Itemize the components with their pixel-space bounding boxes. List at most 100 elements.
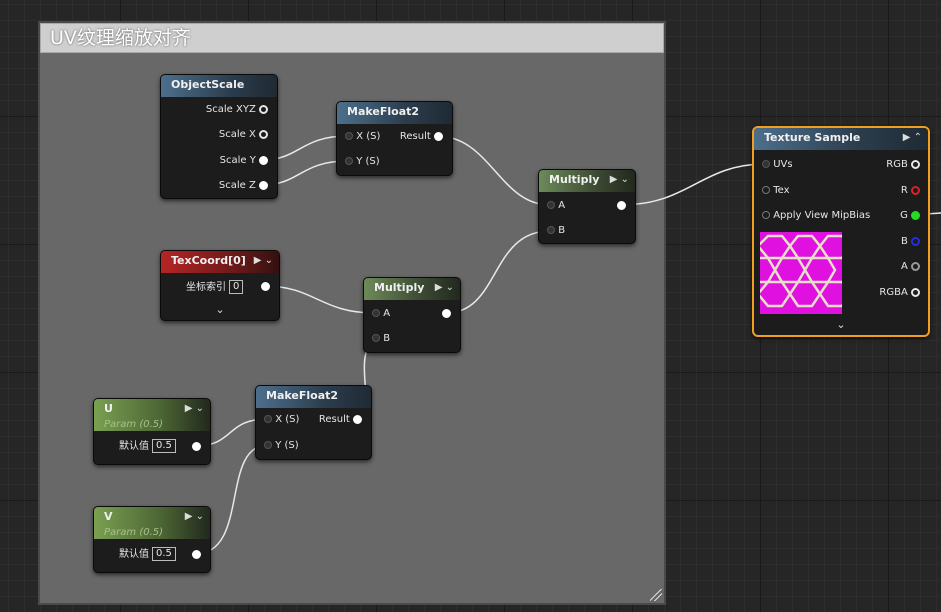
input-pin-row[interactable]: B	[372, 331, 390, 347]
resize-grip[interactable]	[650, 589, 662, 601]
output-pin-row[interactable]: B	[901, 234, 920, 250]
pin-icon[interactable]	[762, 160, 770, 168]
output-pin-row[interactable]: Scale XYZ	[206, 102, 268, 118]
coordinate-index-row: 坐标索引 0	[186, 280, 244, 296]
default-value-input[interactable]: 0.5	[152, 439, 176, 453]
pin-label: B	[383, 333, 391, 344]
input-pin-row[interactable]: UVs	[762, 157, 793, 173]
pin-icon[interactable]	[353, 414, 362, 424]
pin-label: Y (S)	[356, 156, 380, 167]
pin-icon[interactable]	[372, 309, 380, 317]
input-pin-row[interactable]: X (S)	[345, 129, 380, 145]
collapse-icon[interactable]: ⌄	[265, 255, 273, 266]
node-title: Multiply ▶ ⌄	[364, 278, 460, 300]
input-pin-row[interactable]: Y (S)	[345, 154, 380, 170]
texture-sample-node[interactable]: Texture Sample ▶ ⌃ UVs Tex Apply View Mip…	[752, 126, 930, 337]
pin-icon[interactable]	[345, 157, 353, 165]
pin-icon[interactable]	[192, 549, 201, 559]
input-pin-row[interactable]: Tex	[762, 183, 790, 199]
pin-icon[interactable]	[372, 334, 380, 342]
input-pin-row[interactable]: Apply View MipBias	[762, 208, 870, 224]
comment-title[interactable]: UV纹理缩放对齐	[40, 23, 664, 53]
preview-toggle-icon[interactable]: ▶	[254, 255, 262, 266]
pin-icon[interactable]	[264, 441, 272, 449]
default-value-input[interactable]: 0.5	[152, 547, 176, 561]
output-pin-row[interactable]: Result	[400, 129, 443, 145]
preview-toggle-icon[interactable]: ▶	[435, 282, 443, 293]
output-pin-row[interactable]: Scale Z	[219, 178, 268, 194]
collapse-icon[interactable]: ⌃	[914, 132, 922, 143]
output-pin-row[interactable]: RGB	[886, 157, 920, 173]
pin-icon[interactable]	[264, 415, 272, 423]
input-pin-row[interactable]: A	[372, 306, 390, 322]
pin-icon[interactable]	[345, 132, 353, 140]
pin-icon[interactable]	[617, 200, 626, 210]
make-float2-node[interactable]: MakeFloat2 X (S) Y (S) Result	[255, 385, 372, 460]
coordinate-index-input[interactable]: 0	[229, 280, 244, 294]
output-pin-row[interactable]	[442, 306, 451, 322]
output-pin-row[interactable]: G	[900, 208, 920, 224]
collapse-icon[interactable]: ⌄	[446, 282, 454, 293]
pin-label: A	[900, 261, 908, 272]
output-pin-row[interactable]	[192, 547, 201, 563]
preview-toggle-icon[interactable]: ▶	[903, 132, 911, 143]
pin-label: A	[558, 200, 566, 211]
output-pin-row[interactable]: Scale X	[219, 127, 268, 143]
pin-icon[interactable]	[259, 155, 268, 165]
pin-icon[interactable]	[442, 308, 451, 318]
pin-icon[interactable]	[434, 131, 443, 141]
make-float2-node[interactable]: MakeFloat2 X (S) Y (S) Result	[336, 101, 453, 176]
preview-toggle-icon[interactable]: ▶	[610, 174, 618, 185]
pin-icon[interactable]	[259, 180, 268, 190]
pin-label: A	[383, 308, 391, 319]
pin-icon[interactable]	[259, 104, 268, 114]
pin-icon[interactable]	[911, 159, 920, 169]
param-v-node[interactable]: V ▶ ⌄ Param (0.5) 默认值 0.5	[93, 506, 211, 573]
node-title: MakeFloat2	[337, 102, 452, 124]
pin-label: Y (S)	[275, 440, 299, 451]
pin-icon[interactable]	[547, 201, 555, 209]
input-pin-row[interactable]: X (S)	[264, 412, 299, 428]
output-pin-row[interactable]	[192, 439, 201, 455]
expand-icon[interactable]: ⌄	[161, 303, 279, 316]
texcoord-node[interactable]: TexCoord[0] ▶ ⌄ 坐标索引 0 ⌄	[160, 250, 280, 321]
output-pin-row[interactable]: R	[901, 183, 920, 199]
node-title: V ▶ ⌄ Param (0.5)	[94, 507, 210, 539]
output-pin-row[interactable]	[617, 198, 626, 214]
pin-label: Result	[318, 414, 350, 425]
pin-icon[interactable]	[911, 236, 920, 246]
param-u-node[interactable]: U ▶ ⌄ Param (0.5) 默认值 0.5	[93, 398, 211, 465]
object-scale-node[interactable]: ObjectScale Scale XYZ Scale X Scale Y Sc…	[160, 74, 278, 199]
preview-toggle-icon[interactable]: ▶	[185, 403, 193, 414]
pin-icon[interactable]	[911, 287, 920, 297]
collapse-icon[interactable]: ⌄	[621, 174, 629, 185]
multiply-node[interactable]: Multiply ▶ ⌄ A B	[538, 169, 636, 244]
expand-icon[interactable]: ⌄	[754, 318, 928, 331]
input-pin-row[interactable]: B	[547, 223, 565, 239]
input-pin-row[interactable]: A	[547, 198, 565, 214]
collapse-icon[interactable]: ⌄	[196, 511, 204, 522]
pin-icon[interactable]	[911, 210, 920, 220]
pin-icon[interactable]	[261, 281, 270, 291]
pin-icon[interactable]	[762, 186, 770, 194]
preview-toggle-icon[interactable]: ▶	[185, 511, 193, 522]
pin-icon[interactable]	[911, 261, 920, 271]
output-pin-row[interactable]: Scale Y	[220, 153, 268, 169]
output-pin-row[interactable]: Result	[319, 412, 362, 428]
pin-icon[interactable]	[259, 129, 268, 139]
pin-label: G	[900, 210, 908, 221]
output-pin-row[interactable]	[261, 279, 270, 295]
property-label: 默认值	[119, 441, 149, 452]
output-pin-row[interactable]: A	[901, 259, 920, 275]
collapse-icon[interactable]: ⌄	[196, 403, 204, 414]
pin-icon[interactable]	[192, 441, 201, 451]
pin-icon[interactable]	[911, 185, 920, 195]
pin-icon[interactable]	[762, 211, 770, 219]
pin-label: RGBA	[879, 287, 908, 298]
pin-icon[interactable]	[547, 226, 555, 234]
input-pin-row[interactable]: Y (S)	[264, 438, 299, 454]
output-pin-row[interactable]: RGBA	[879, 285, 920, 301]
pin-label: Scale Y	[219, 155, 256, 166]
property-label: 坐标索引	[186, 282, 226, 293]
multiply-node[interactable]: Multiply ▶ ⌄ A B	[363, 277, 461, 353]
